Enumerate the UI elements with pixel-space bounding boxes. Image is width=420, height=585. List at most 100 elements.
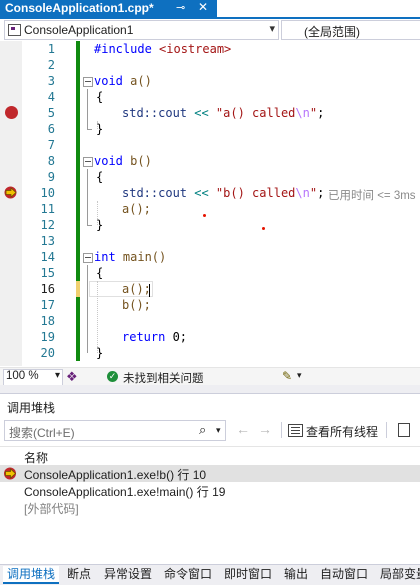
tab-command-window[interactable]: 命令窗口 [160, 566, 216, 584]
tab-autos[interactable]: 自动窗口 [316, 566, 372, 584]
code-line: 9 { [0, 169, 420, 185]
search-icon[interactable]: ⌕ [199, 422, 206, 438]
tab-locals[interactable]: 局部变量 [376, 566, 420, 584]
navigation-bar: ConsoleApplication1 ▾ (全局范围) [0, 19, 420, 42]
panel-title: 调用堆栈 [7, 401, 56, 415]
code-text: { [96, 170, 104, 184]
search-input[interactable]: 搜索(Ctrl+E) ⌕ ▾ [4, 420, 226, 441]
code-line: 2 [0, 57, 420, 73]
code-text: void b() [94, 154, 152, 168]
semicolon: ; [317, 186, 325, 200]
code-text: int main() [94, 250, 166, 264]
issues-status[interactable]: 未找到相关问题 [123, 370, 204, 386]
keyword: void [94, 74, 123, 88]
line-number: 1 [47, 42, 55, 56]
code-line: 19 return 0; [0, 329, 420, 345]
line-number: 13 [40, 234, 55, 248]
code-line: 13 [0, 233, 420, 249]
line-number: 15 [40, 266, 55, 280]
close-icon[interactable]: ✕ [198, 0, 208, 14]
editor-status-strip: 100 % ▾ ❖ ✓ 未找到相关问题 ✎ ▾ [0, 367, 420, 386]
frame-text: ConsoleApplication1.exe!b() 行 10 [24, 468, 207, 482]
call-stack-frame-external[interactable]: [外部代码] [0, 499, 420, 516]
collapse-icon[interactable] [83, 253, 93, 263]
code-line: 15 { [0, 265, 420, 281]
tab-immediate-window[interactable]: 即时窗口 [220, 566, 276, 584]
tab-exception-settings[interactable]: 异常设置 [100, 566, 156, 584]
string-literal: "a() called [208, 106, 296, 120]
line-number: 7 [47, 138, 55, 152]
pin-icon[interactable]: ⊸ [176, 1, 185, 14]
keyword: int [94, 250, 116, 264]
project-name: ConsoleApplication1 [24, 23, 134, 37]
zoom-dropdown[interactable]: 100 % ▾ [3, 369, 63, 386]
call-stack-frame[interactable]: ConsoleApplication1.exe!main() 行 19 [0, 482, 420, 499]
breakpoint-icon[interactable] [5, 106, 18, 119]
keyword: return [122, 330, 166, 344]
scope-dropdown[interactable]: (全局范围) [281, 20, 420, 40]
collapse-icon[interactable] [83, 157, 93, 167]
chevron-down-icon[interactable]: ▾ [216, 425, 221, 436]
code-text: } [96, 346, 104, 360]
frame-text: [外部代码] [24, 502, 79, 516]
tab-call-stack[interactable]: 调用堆栈 [3, 566, 60, 584]
line-number: 20 [40, 346, 55, 360]
document-tab[interactable]: ConsoleApplication1.cpp* ⊸ ✕ [0, 0, 217, 17]
chevron-down-icon[interactable]: ▾ [297, 370, 302, 381]
project-dropdown[interactable]: ConsoleApplication1 ▾ [4, 20, 279, 40]
zoom-level: 100 % [6, 370, 39, 382]
line-number: 18 [40, 314, 55, 328]
threads-icon[interactable] [288, 424, 303, 437]
string-literal-end: " [309, 186, 318, 200]
tab-output[interactable]: 输出 [280, 566, 312, 584]
code-text: { [96, 266, 104, 280]
column-header[interactable]: 名称 [0, 446, 420, 466]
line-number: 3 [47, 74, 55, 88]
code-text: } [96, 218, 104, 232]
keyword: void [94, 154, 123, 168]
function-signature: a() [122, 74, 152, 88]
code-line: 5 std::cout << "a() called\n"; [0, 105, 420, 121]
collapse-icon[interactable] [83, 77, 93, 87]
toolbar-separator [281, 422, 282, 438]
instruction-pointer-icon[interactable] [4, 186, 18, 199]
code-line: 10 std::cout << "b() called\n"; 已用时间 <= … [0, 185, 420, 202]
search-placeholder: 搜索(Ctrl+E) [9, 426, 75, 440]
return-value: 0; [165, 330, 188, 344]
code-line: 14 int main() [0, 249, 420, 265]
code-cleanup-icon[interactable]: ✎ [282, 369, 292, 383]
line-number: 19 [40, 330, 55, 344]
forward-arrow-icon[interactable]: → [258, 421, 272, 437]
back-arrow-icon[interactable]: ← [236, 421, 250, 437]
chevron-down-icon: ▾ [269, 23, 275, 35]
panel-splitter[interactable] [0, 385, 420, 393]
copy-icon[interactable] [398, 423, 410, 437]
document-tab-title: ConsoleApplication1.cpp* [5, 1, 154, 15]
view-all-threads-button[interactable]: 查看所有线程 [306, 423, 378, 440]
intellicode-icon[interactable]: ❖ [66, 369, 78, 385]
tab-breakpoints[interactable]: 断点 [63, 566, 95, 584]
code-text: #include <iostream> [94, 42, 231, 56]
code-line: 1 #include <iostream> [0, 41, 420, 57]
escape-sequence: \n [295, 106, 310, 120]
call-stack-frame-current[interactable]: ConsoleApplication1.exe!b() 行 10 [0, 465, 420, 482]
code-editor[interactable]: 1 #include <iostream> 2 3 void a() 4 { 5… [0, 41, 420, 366]
tool-window-tabs: 调用堆栈 断点 异常设置 命令窗口 即时窗口 输出 自动窗口 局部变量 [0, 564, 420, 585]
line-number: 16 [40, 282, 55, 296]
code-line: 4 { [0, 89, 420, 105]
stream-operator: << [194, 186, 209, 200]
line-number: 2 [47, 58, 55, 72]
function-signature: b() [122, 154, 152, 168]
include-header: <iostream> [159, 42, 232, 56]
string-literal-end: " [309, 106, 318, 120]
code-text: std::cout << "a() called\n"; [122, 106, 324, 120]
column-name-label: 名称 [24, 451, 49, 465]
line-number: 8 [47, 154, 55, 168]
code-line-current: 16 a(); [0, 281, 420, 297]
code-line: 12 } [0, 217, 420, 233]
code-text: return 0; [122, 330, 187, 344]
marker-dot [203, 214, 206, 217]
frame-text: ConsoleApplication1.exe!main() 行 19 [24, 485, 226, 499]
code-text: { [96, 90, 104, 104]
code-line: 18 [0, 313, 420, 329]
